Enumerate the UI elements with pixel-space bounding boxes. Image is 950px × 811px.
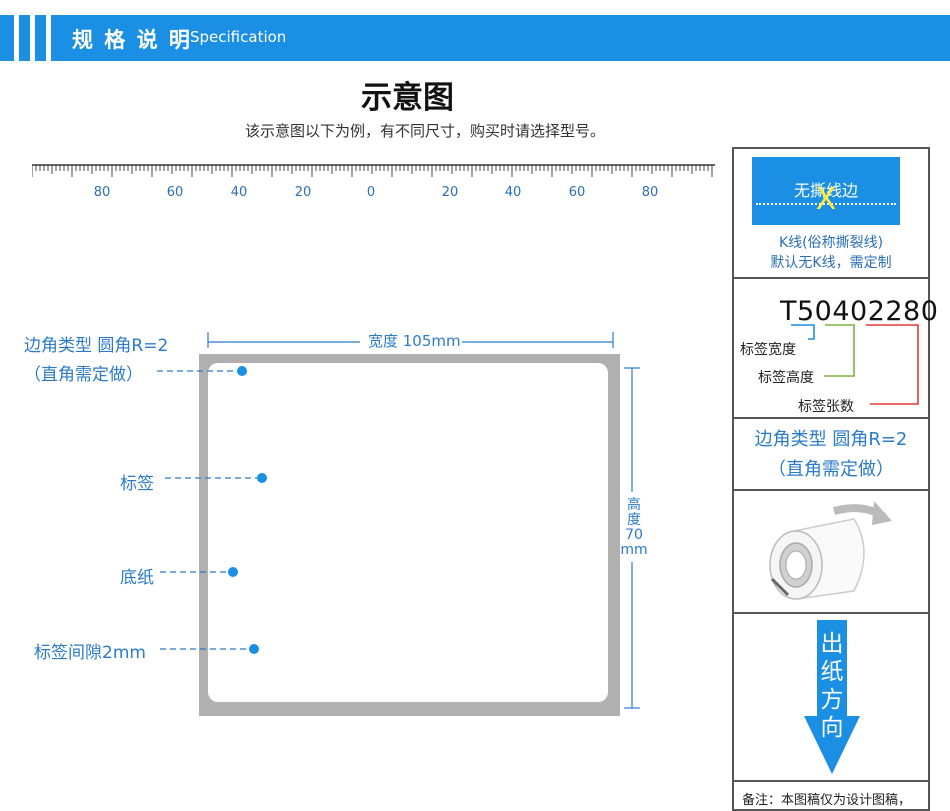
direction-char: 方	[820, 687, 844, 713]
ruler-number: 0	[366, 185, 376, 200]
callout-leaders	[157, 366, 267, 654]
paper-direction-section: 出 纸 方 向	[734, 614, 928, 782]
callout-dot	[249, 644, 259, 654]
height-dimension-text: 高 度 70 mm	[620, 498, 648, 558]
ruler-number: 40	[504, 185, 522, 200]
direction-char: 出	[820, 631, 844, 657]
model-code-section: T50402280 标签宽度 标签高度 标签张数	[734, 279, 938, 419]
height-char: 70	[625, 527, 643, 543]
panel-corner-line1: 边角类型 圆角R=2	[754, 429, 908, 450]
kline-line2: 默认无K线，需定制	[770, 255, 892, 271]
corner-type-section: 边角类型 圆角R=2 （直角需定做）	[734, 419, 928, 491]
height-char: 高	[627, 497, 641, 513]
roll-image-section	[734, 491, 928, 614]
callout-dot	[237, 366, 247, 376]
ruler-number: 60	[568, 185, 586, 200]
direction-char: 纸	[820, 659, 844, 685]
ruler-number: 20	[441, 185, 459, 200]
label-roll-icon	[769, 501, 892, 600]
height-char: mm	[620, 542, 648, 558]
kline-line1: K线(俗称撕裂线)	[778, 235, 884, 251]
panel-corner-line2: （直角需定做）	[768, 459, 894, 480]
model-width-label: 标签宽度	[740, 342, 796, 358]
model-count-label: 标签张数	[798, 399, 854, 415]
callout-dot	[228, 567, 238, 577]
direction-char: 向	[820, 715, 844, 741]
ruler-number: 80	[641, 185, 659, 200]
tear-line-section: 无撕线边 X K线(俗称撕裂线) 默认无K线，需定制	[734, 149, 928, 279]
no-tear-mark-icon: X	[815, 182, 837, 217]
design-note: 备注：本图稿仅为设计图稿，	[742, 793, 912, 808]
right-info-panel: 无撕线边 X K线(俗称撕裂线) 默认无K线，需定制 T50402280 标签宽…	[732, 147, 938, 811]
callout-dot	[257, 473, 267, 483]
tear-edge-box: 无撕线边 X	[752, 157, 900, 225]
paper-direction-text: 出 纸 方 向	[802, 630, 862, 742]
height-char: 度	[627, 512, 641, 528]
model-height-label: 标签高度	[758, 370, 814, 386]
width-dimension-text: 宽度 105mm	[368, 332, 461, 350]
